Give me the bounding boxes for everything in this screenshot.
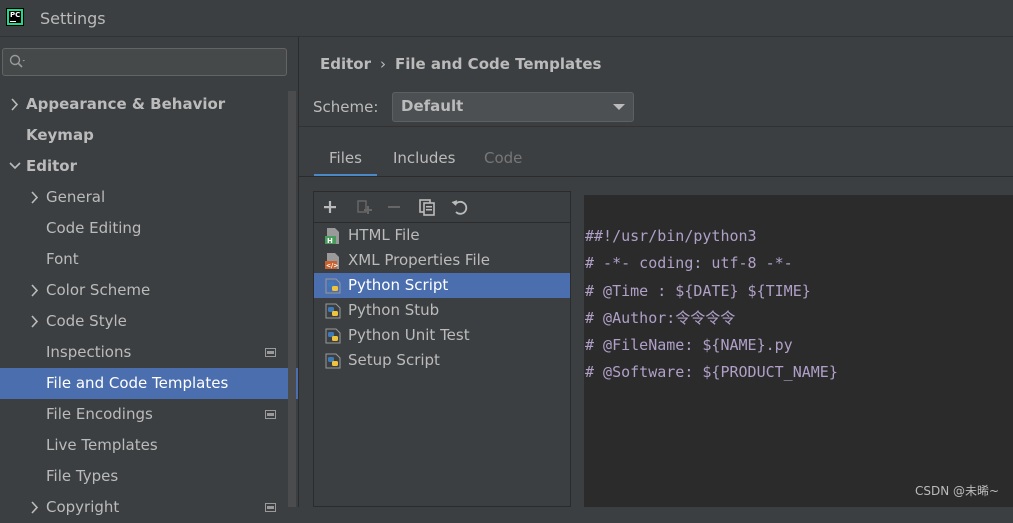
chevron-right-icon[interactable] [28,306,42,337]
code-line: # -*- coding: utf-8 -*- [585,254,793,273]
breadcrumb: Editor › File and Code Templates [320,55,601,73]
sidebar-item-label: Color Scheme [46,281,151,299]
python-icon [325,278,341,294]
sidebar-item-label: General [46,188,106,206]
sidebar-item-font[interactable]: Font [0,244,298,275]
tab-files[interactable]: Files [314,141,377,177]
file-template-label: Python Unit Test [348,326,470,344]
scheme-value: Default [401,97,464,115]
file-template-label: HTML File [348,226,420,244]
file-template-label: Python Script [348,276,449,294]
tab-includes[interactable]: Includes [393,141,455,175]
settings-content: Editor › File and Code Templates Scheme: D… [299,37,1013,507]
project-scope-icon [265,503,276,512]
xml-file-icon: </> [325,253,339,270]
pycharm-logo-icon: PC [6,8,24,26]
title-bar: PC Settings [0,0,1013,36]
template-toolbar [314,192,570,223]
python-icon [325,303,341,319]
code-line: # @Time : ${DATE} ${TIME} [585,281,811,300]
sidebar-item-label: File Types [46,467,119,485]
sidebar-item-general[interactable]: General [0,182,298,213]
sidebar-item-live-templates[interactable]: Live Templates [0,430,298,461]
tab-code[interactable]: Code [484,141,522,175]
chevron-right-icon[interactable] [28,182,42,213]
settings-sidebar: Appearance & Behavior Keymap Editor General… [0,37,298,516]
code-text[interactable]: ##!/usr/bin/python3 # -*- coding: utf-8 -… [585,223,838,387]
code-line: # @FileName: ${NAME}.py [585,336,793,355]
dropdown-arrow-icon [613,104,625,110]
chevron-right-icon[interactable] [8,89,22,120]
scheme-dropdown[interactable]: Default [392,92,634,122]
scheme-label: Scheme: [313,98,379,116]
sidebar-item-code-editing[interactable]: Code Editing [0,213,298,244]
project-scope-icon [265,348,276,357]
sidebar-item-label: Code Style [46,312,127,330]
list-item[interactable]: Setup Script [314,348,570,373]
file-template-label: XML Properties File [348,251,491,269]
sidebar-item-copyright[interactable]: Copyright [0,492,298,523]
svg-text:</>: </> [326,263,338,270]
tabs-divider [299,176,1013,177]
python-icon [325,353,341,369]
sidebar-item-label: Font [46,250,79,268]
search-input[interactable] [2,48,287,76]
breadcrumb-separator-icon: › [380,55,386,73]
code-line: # @Author:令令令令 [585,308,736,327]
sidebar-item-label: Appearance & Behavior [26,95,226,113]
template-code-editor[interactable]: ##!/usr/bin/python3 # -*- coding: utf-8 -… [584,195,1013,507]
copy-child-icon[interactable] [354,197,374,217]
sidebar-item-file-and-code-templates[interactable]: File and Code Templates [0,368,298,399]
file-template-label: Python Stub [348,301,440,319]
watermark: CSDN @未晞~ [915,484,1000,498]
sidebar-item-label: Live Templates [46,436,158,454]
svg-text:H: H [327,237,333,245]
sidebar-item-label: Editor [26,157,77,175]
file-template-label: Setup Script [348,351,440,369]
add-icon[interactable] [320,197,340,217]
list-item[interactable]: </> XML Properties File [314,248,570,273]
project-scope-icon [265,410,276,419]
list-item[interactable]: Python Script [314,273,570,298]
scheme-divider [299,126,1013,127]
sidebar-item-file-types[interactable]: File Types [0,461,298,492]
code-line: # @Software: ${PRODUCT_NAME} [585,363,838,382]
sidebar-item-editor[interactable]: Editor [0,151,298,182]
list-item[interactable]: Python Unit Test [314,323,570,348]
sidebar-scrollbar[interactable] [288,91,296,507]
code-line: ##!/usr/bin/python3 [585,227,757,245]
html-file-icon: H [325,228,339,245]
chevron-right-icon[interactable] [28,492,42,523]
template-list-panel: H HTML File </> XML Properties File Python S… [313,191,571,507]
sidebar-item-label: File and Code Templates [46,374,229,392]
breadcrumb-current: File and Code Templates [395,55,602,73]
search-icon [9,54,25,68]
sidebar-item-keymap[interactable]: Keymap [0,120,298,151]
remove-icon[interactable] [384,197,404,217]
sidebar-item-label: Keymap [26,126,94,144]
chevron-right-icon[interactable] [28,275,42,306]
sidebar-item-appearance-behavior[interactable]: Appearance & Behavior [0,89,298,120]
sidebar-item-color-scheme[interactable]: Color Scheme [0,275,298,306]
sidebar-item-inspections[interactable]: Inspections [0,337,298,368]
sidebar-item-label: File Encodings [46,405,153,423]
list-item[interactable]: Python Stub [314,298,570,323]
sidebar-item-label: Inspections [46,343,132,361]
sidebar-item-file-encodings[interactable]: File Encodings [0,399,298,430]
list-item[interactable]: H HTML File [314,223,570,248]
python-icon [325,328,341,344]
reset-icon[interactable] [450,197,470,217]
window-title: Settings [40,9,106,28]
chevron-down-icon[interactable] [8,151,22,182]
sidebar-item-label: Copyright [46,498,120,516]
sidebar-item-code-style[interactable]: Code Style [0,306,298,337]
breadcrumb-parent[interactable]: Editor [320,55,371,73]
sidebar-item-label: Code Editing [46,219,142,237]
duplicate-icon[interactable] [417,197,437,217]
